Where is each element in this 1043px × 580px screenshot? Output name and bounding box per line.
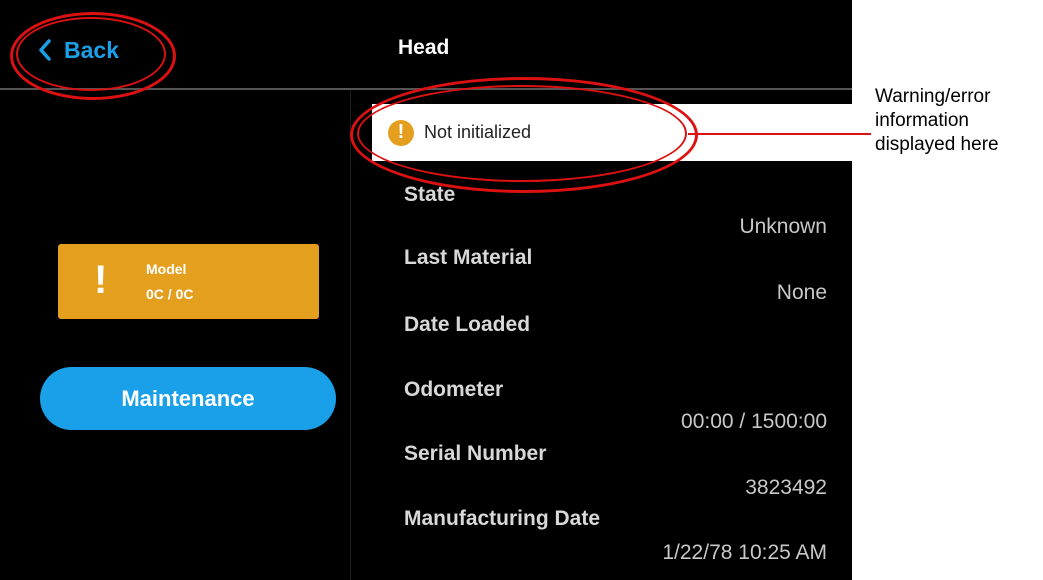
state-label: State xyxy=(404,183,456,206)
warning-text: Not initialized xyxy=(424,122,532,142)
back-button[interactable]: Back xyxy=(38,30,119,70)
header-divider xyxy=(0,88,852,90)
date-loaded-label: Date Loaded xyxy=(404,313,531,336)
last-material-label: Last Material xyxy=(404,246,533,269)
state-value: Unknown xyxy=(739,215,827,238)
serial-number-value: 3823492 xyxy=(745,476,827,499)
last-material-value: None xyxy=(776,281,827,304)
printer-screen: Back Head ! Not initialized ! Model 0C /… xyxy=(0,0,852,580)
maintenance-button[interactable]: Maintenance xyxy=(40,367,336,430)
model-status-card[interactable]: ! Model 0C / 0C xyxy=(58,244,319,319)
manufacturing-date-label: Manufacturing Date xyxy=(404,507,601,530)
chevron-left-icon xyxy=(39,39,51,61)
callout-annotation: Warning/error information displayed here xyxy=(875,86,999,155)
exclamation-icon: ! xyxy=(94,258,108,302)
serial-number-label: Serial Number xyxy=(404,442,547,465)
model-name: Model xyxy=(146,261,187,277)
exclamation-circle-icon: ! xyxy=(388,119,414,146)
model-amount: 0C / 0C xyxy=(146,286,194,302)
top-bar: Back Head xyxy=(0,0,852,88)
manufacturing-date-value: 1/22/78 10:25 AM xyxy=(662,541,827,564)
callout-leader-line xyxy=(688,133,871,135)
page-title: Head xyxy=(398,36,450,59)
odometer-value: 00:00 / 1500:00 xyxy=(681,410,827,433)
panel-divider xyxy=(350,90,351,580)
odometer-label: Odometer xyxy=(404,378,504,401)
back-label: Back xyxy=(64,36,119,63)
